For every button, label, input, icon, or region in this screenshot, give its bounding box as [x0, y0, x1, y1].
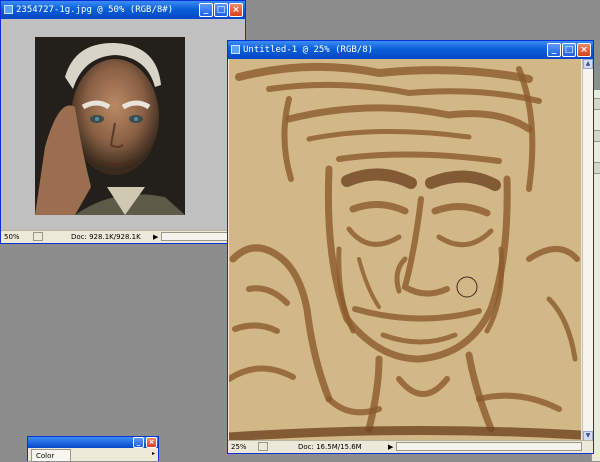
status-menu-button[interactable]: [258, 442, 268, 451]
scroll-up-arrow-icon[interactable]: ▲: [583, 59, 593, 69]
close-button[interactable]: ×: [146, 437, 157, 448]
canvas-window-titlebar[interactable]: Untitled-1 @ 25% (RGB/8) _ □ ×: [228, 41, 593, 59]
status-arrow-icon[interactable]: ▶: [153, 231, 158, 243]
photo-window-title: 2354727-1g.jpg @ 50% (RGB/8#): [16, 5, 174, 15]
painting-canvas[interactable]: [229, 59, 581, 442]
photo-document-window[interactable]: 2354727-1g.jpg @ 50% (RGB/8#) _ □ × 50% …: [0, 0, 246, 244]
canvas-document-window[interactable]: Untitled-1 @ 25% (RGB/8) _ □ × ▲ ▼ 25% D…: [227, 40, 594, 454]
status-arrow-icon[interactable]: ▶: [388, 441, 393, 453]
canvas-zoom-level[interactable]: 25%: [231, 441, 247, 453]
portrait-sketch: [229, 62, 581, 442]
color-tab-label: Color: [36, 452, 55, 460]
photo-doc-info: Doc: 928.1K/928.1K: [71, 233, 141, 241]
minimize-button[interactable]: _: [199, 3, 213, 17]
brush-cursor-icon: [456, 276, 478, 298]
panel-button[interactable]: [593, 130, 600, 142]
panel-button[interactable]: [593, 162, 600, 174]
color-panel-titlebar[interactable]: _ ×: [28, 437, 158, 448]
panel-menu-arrow-icon[interactable]: ▸: [152, 450, 155, 457]
photo-zoom-level[interactable]: 50%: [4, 231, 20, 243]
minimize-button[interactable]: _: [547, 43, 561, 57]
color-tab[interactable]: Color: [31, 449, 71, 461]
photo-canvas-area[interactable]: [1, 19, 245, 232]
vertical-scrollbar[interactable]: ▲ ▼: [582, 59, 593, 441]
photoshop-document-icon: [231, 45, 240, 54]
maximize-button[interactable]: □: [214, 3, 228, 17]
close-button[interactable]: ×: [577, 43, 591, 57]
canvas-window-title: Untitled-1 @ 25% (RGB/8): [243, 45, 374, 55]
status-menu-button[interactable]: [33, 232, 43, 241]
canvas-window-statusbar: 25% Doc: 16.5M/15.6M ▶: [228, 440, 593, 453]
horizontal-scrollbar[interactable]: [161, 232, 233, 241]
minimize-button[interactable]: _: [133, 437, 144, 448]
close-button[interactable]: ×: [229, 3, 243, 17]
color-panel[interactable]: _ × Color ▸: [27, 436, 159, 461]
panel-button[interactable]: [593, 98, 600, 110]
canvas-doc-info: Doc: 16.5M/15.6M: [298, 443, 362, 451]
photo-window-statusbar: 50% Doc: 928.1K/928.1K ▶: [1, 230, 245, 243]
photoshop-document-icon: [4, 5, 13, 14]
horizontal-scrollbar[interactable]: [396, 442, 582, 451]
photo-window-titlebar[interactable]: 2354727-1g.jpg @ 50% (RGB/8#) _ □ ×: [1, 1, 245, 19]
maximize-button[interactable]: □: [562, 43, 576, 57]
portrait-photo: [35, 37, 185, 215]
